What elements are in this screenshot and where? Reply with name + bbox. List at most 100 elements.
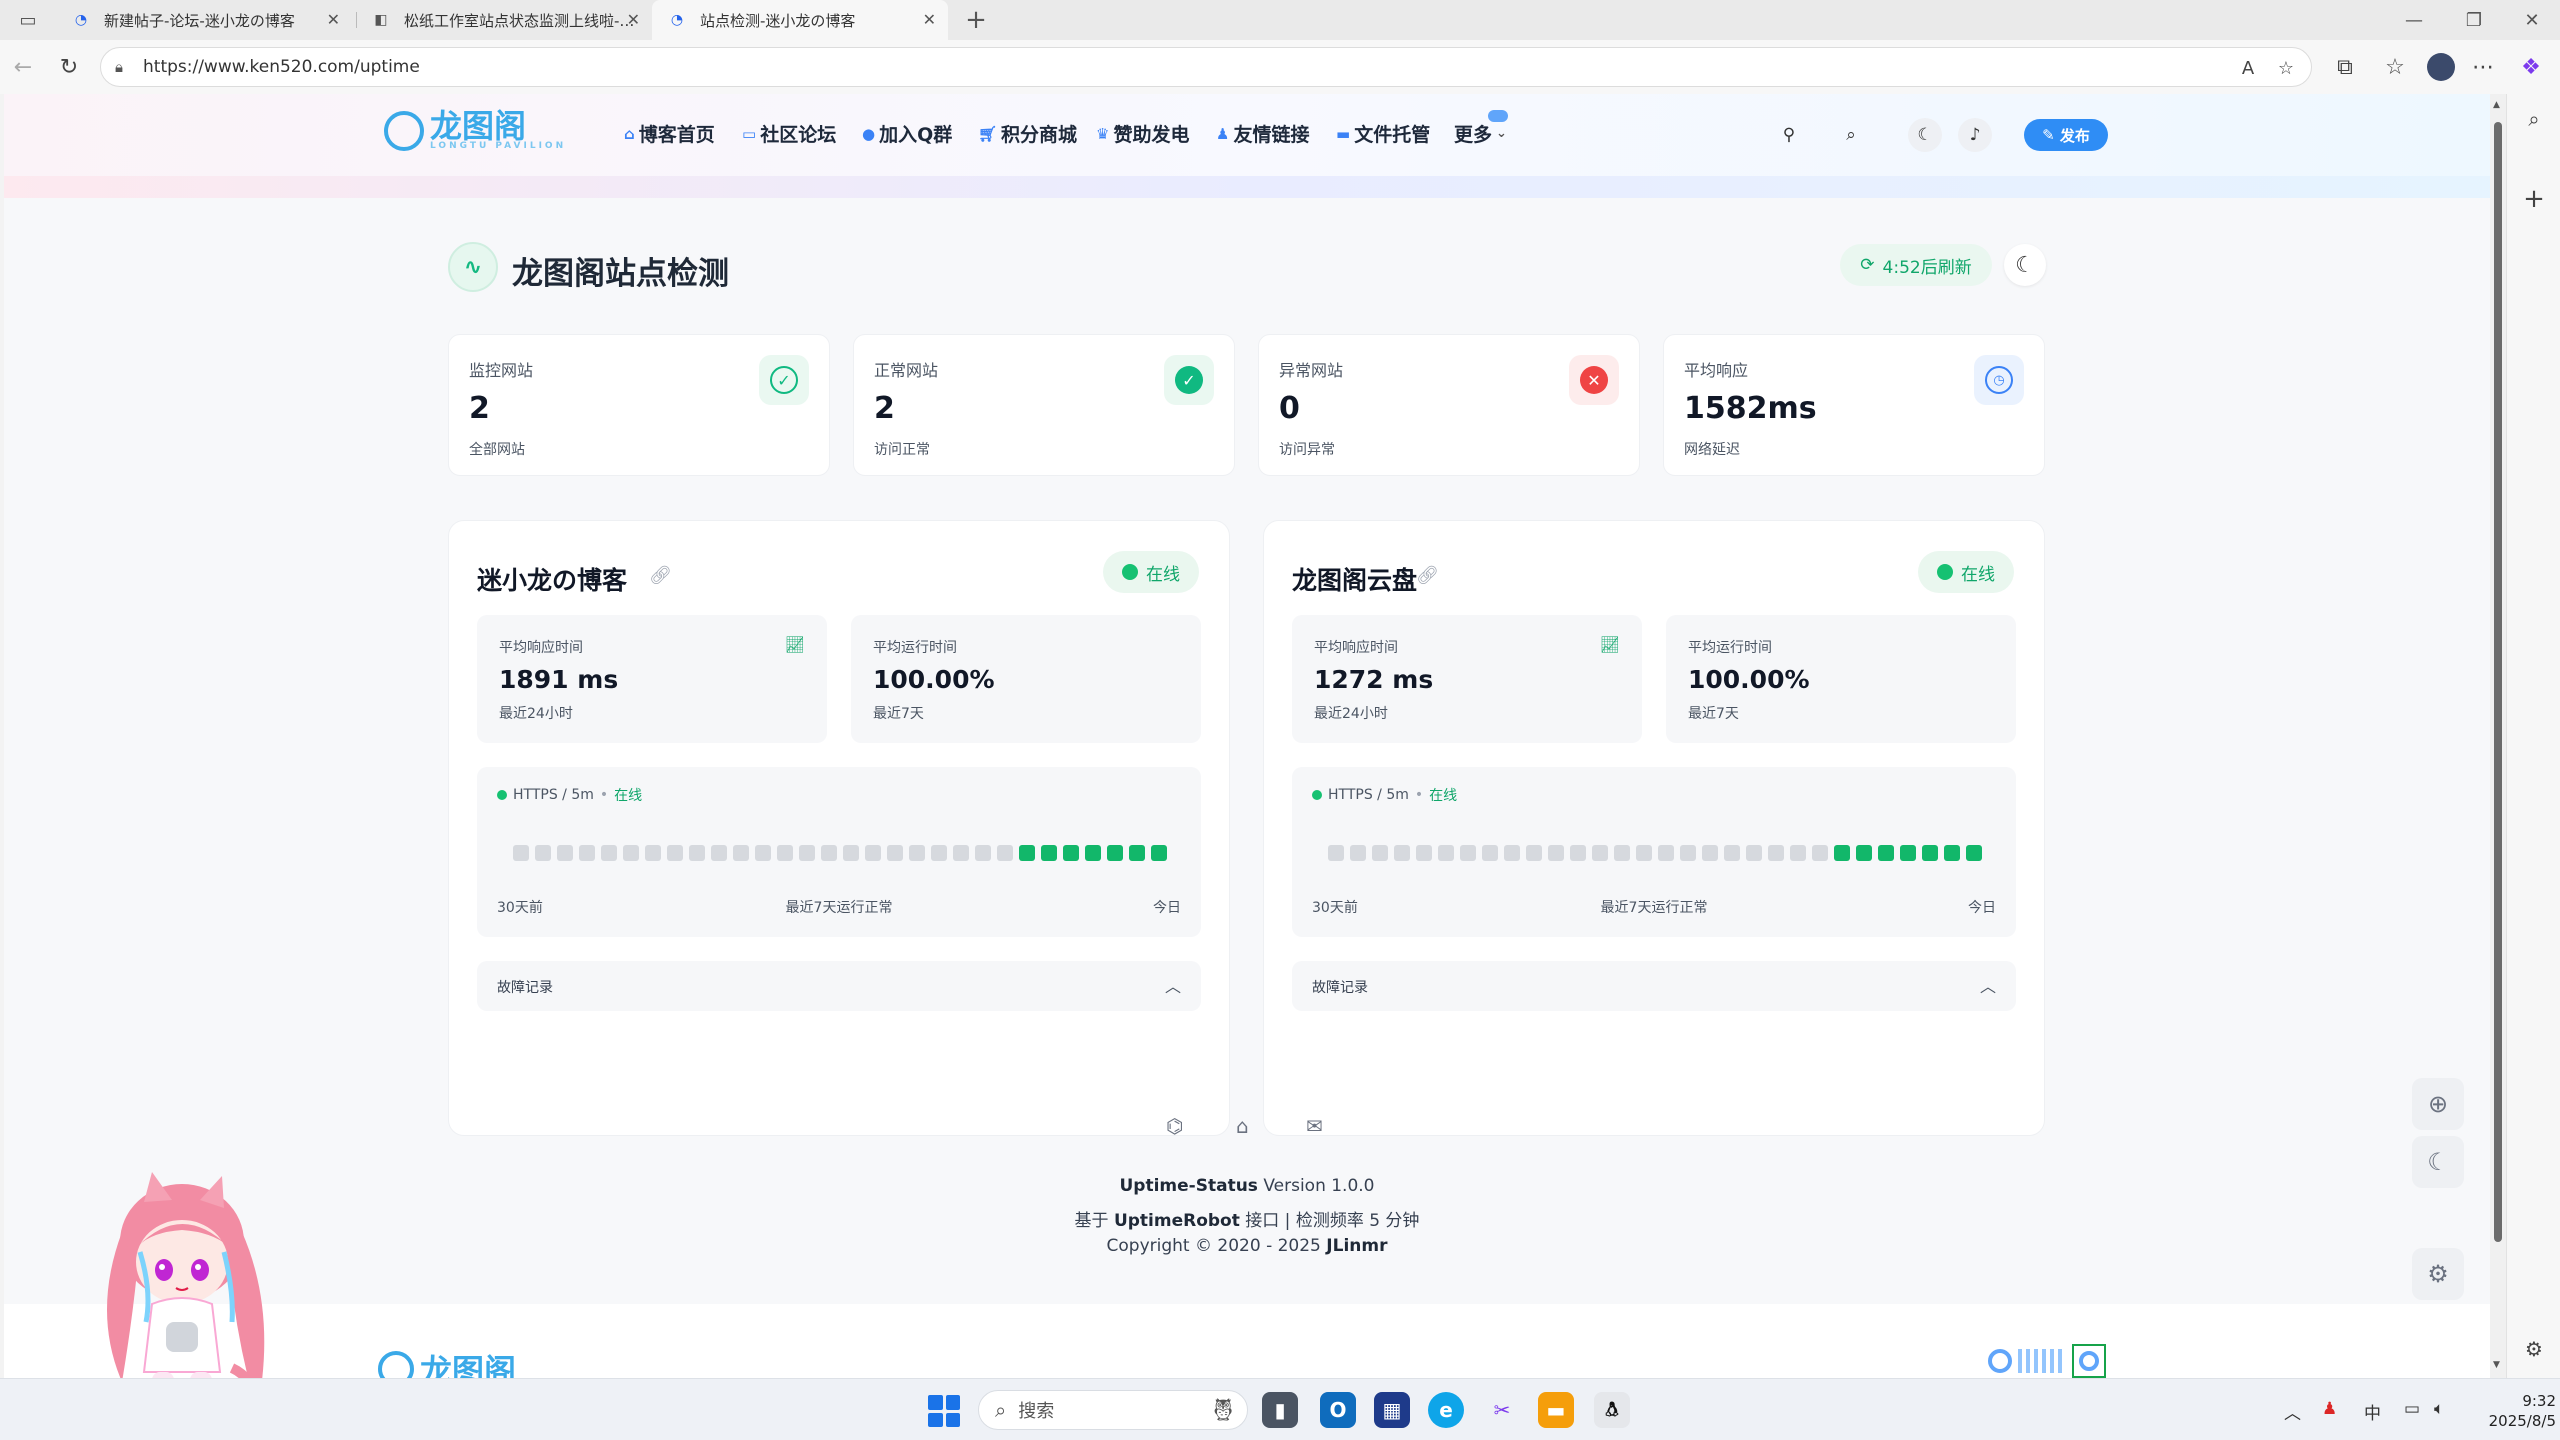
store-icon[interactable]: ▦	[1374, 1392, 1410, 1428]
page-scrollbar[interactable]: ▲ ▼	[2490, 94, 2506, 1378]
uptime-day-up[interactable]	[1856, 845, 1872, 861]
menu-more[interactable]: 更多 ⌄	[1454, 110, 1508, 147]
settings-more-icon[interactable]: ⋯	[2464, 48, 2502, 86]
uptime-day-nodata[interactable]	[931, 845, 947, 861]
close-tab-icon[interactable]: ✕	[923, 10, 936, 29]
uptime-day-nodata[interactable]	[1768, 845, 1784, 861]
qq-app-icon[interactable]: 🐧︎	[1594, 1392, 1630, 1428]
uptime-day-nodata[interactable]	[755, 845, 771, 861]
lightbulb-icon[interactable]: ⚲	[1772, 118, 1806, 152]
add-circle-icon[interactable]: ⊕	[2412, 1078, 2464, 1130]
fault-log-toggle[interactable]: 故障记录 ︿	[477, 961, 1201, 1011]
uptime-day-nodata[interactable]	[777, 845, 793, 861]
network-icon[interactable]: ▭	[2404, 1399, 2420, 1419]
uptime-day-nodata[interactable]	[733, 845, 749, 861]
uptime-day-nodata[interactable]	[1812, 845, 1828, 861]
file-manager-icon[interactable]: ▮	[1262, 1392, 1298, 1428]
fault-log-toggle[interactable]: 故障记录 ︿	[1292, 961, 2016, 1011]
uptime-day-nodata[interactable]	[1372, 845, 1388, 861]
add-icon[interactable]: +	[2519, 184, 2549, 214]
uptime-day-up[interactable]	[1019, 845, 1035, 861]
favorite-star-icon[interactable]: ☆	[2271, 56, 2301, 80]
search-icon[interactable]: ⌕	[2519, 104, 2549, 134]
dark-mode-icon[interactable]: ☾	[1908, 118, 1942, 152]
uptime-day-nodata[interactable]	[623, 845, 639, 861]
uptime-day-nodata[interactable]	[1460, 845, 1476, 861]
uptime-day-nodata[interactable]	[535, 845, 551, 861]
menu-forum[interactable]: ▭ 社区论坛	[742, 120, 836, 147]
uptime-day-nodata[interactable]	[1526, 845, 1542, 861]
dark-mode-float-icon[interactable]: ☾	[2412, 1136, 2464, 1188]
ime-indicator[interactable]: 中	[2364, 1399, 2381, 1424]
uptime-day-nodata[interactable]	[1724, 845, 1740, 861]
windows-start-icon[interactable]	[928, 1395, 960, 1427]
scrollbar-thumb[interactable]	[2494, 122, 2502, 1242]
uptime-day-nodata[interactable]	[1636, 845, 1652, 861]
scroll-down-icon[interactable]: ▼	[2493, 1360, 2500, 1370]
url-field[interactable]: 🔒︎ https://www.ken520.com/uptime A ☆	[100, 47, 2312, 87]
uptime-day-nodata[interactable]	[1350, 845, 1366, 861]
uptime-day-nodata[interactable]	[1680, 845, 1696, 861]
uptime-day-nodata[interactable]	[711, 845, 727, 861]
site-info-icon[interactable]: 🔒︎	[115, 58, 123, 76]
refresh-countdown-button[interactable]: ⟳ 4:52后刷新	[1840, 244, 1992, 286]
theme-toggle-button[interactable]: ☾	[2004, 244, 2046, 286]
menu-sponsor[interactable]: ♛ 赞助发电	[1096, 120, 1189, 147]
uptime-day-nodata[interactable]	[1702, 845, 1718, 861]
uptime-day-nodata[interactable]	[1658, 845, 1674, 861]
uptime-day-nodata[interactable]	[1482, 845, 1498, 861]
menu-friend-links[interactable]: ♟ 友情链接	[1216, 120, 1309, 147]
uptime-day-nodata[interactable]	[997, 845, 1013, 861]
uptime-day-up[interactable]	[1834, 845, 1850, 861]
menu-blog-home[interactable]: ⌂ 博客首页	[624, 120, 715, 147]
snipping-tool-icon[interactable]: ✂	[1484, 1392, 1520, 1428]
edge-browser-icon[interactable]: e	[1428, 1392, 1464, 1428]
publish-button[interactable]: ✎ 发布	[2024, 119, 2108, 151]
tray-overflow-icon[interactable]: ︿	[2284, 1399, 2301, 1424]
search-icon[interactable]: ⌕	[1834, 118, 1868, 152]
uptime-day-nodata[interactable]	[689, 845, 705, 861]
uptime-day-nodata[interactable]	[799, 845, 815, 861]
github-icon[interactable]: ⌬	[1166, 1114, 1183, 1138]
uptime-day-nodata[interactable]	[953, 845, 969, 861]
settings-icon[interactable]: ⚙	[2519, 1334, 2549, 1364]
volume-icon[interactable]: 🔈︎	[2434, 1399, 2444, 1419]
restore-icon[interactable]: ❐	[2446, 0, 2502, 40]
chart-line-icon[interactable]: 📈︎	[785, 635, 805, 654]
new-tab-icon[interactable]: +	[948, 0, 1004, 40]
uptime-day-nodata[interactable]	[865, 845, 881, 861]
uptime-day-nodata[interactable]	[1790, 845, 1806, 861]
uptime-day-nodata[interactable]	[1504, 845, 1520, 861]
link-icon[interactable]: 🔗︎	[1416, 565, 1439, 586]
uptime-day-nodata[interactable]	[975, 845, 991, 861]
uptime-day-nodata[interactable]	[887, 845, 903, 861]
back-icon[interactable]: ←	[4, 48, 42, 86]
gear-icon[interactable]: ⚙	[2412, 1248, 2464, 1300]
uptime-day-up[interactable]	[1966, 845, 1982, 861]
uptime-day-nodata[interactable]	[821, 845, 837, 861]
site-logo[interactable]: 龙图阁 LONGTU PAVILION	[384, 110, 566, 151]
tab-new-post[interactable]: ◔ 新建帖子-论坛-迷小龙の博客 ✕	[56, 0, 352, 40]
outlook-icon[interactable]: O	[1320, 1392, 1356, 1428]
uptime-day-up[interactable]	[1151, 845, 1167, 861]
read-aloud-icon[interactable]: A	[2233, 56, 2263, 80]
uptime-day-nodata[interactable]	[1548, 845, 1564, 861]
uptime-day-up[interactable]	[1878, 845, 1894, 861]
uptime-day-nodata[interactable]	[645, 845, 661, 861]
menu-join-qq[interactable]: ● 加入Q群	[862, 120, 952, 147]
close-tab-icon[interactable]: ✕	[327, 10, 340, 29]
uptime-day-up[interactable]	[1922, 845, 1938, 861]
profile-avatar[interactable]	[2422, 48, 2460, 86]
uptime-day-nodata[interactable]	[909, 845, 925, 861]
extensions-icon[interactable]: ⧉	[2326, 48, 2364, 86]
system-clock[interactable]: 9:32 2025/8/5	[2466, 1391, 2556, 1431]
uptime-day-nodata[interactable]	[1746, 845, 1762, 861]
menu-points-store[interactable]: 🛒︎ 积分商城	[978, 120, 1077, 147]
scroll-up-icon[interactable]: ▲	[2493, 100, 2500, 110]
uptime-day-up[interactable]	[1944, 845, 1960, 861]
tab-uptime[interactable]: ◔ 站点检测-迷小龙の博客 ✕	[652, 0, 948, 40]
uptime-day-nodata[interactable]	[1570, 845, 1586, 861]
copilot-icon[interactable]: ❖	[2512, 48, 2550, 86]
uptime-day-up[interactable]	[1085, 845, 1101, 861]
uptime-day-nodata[interactable]	[557, 845, 573, 861]
